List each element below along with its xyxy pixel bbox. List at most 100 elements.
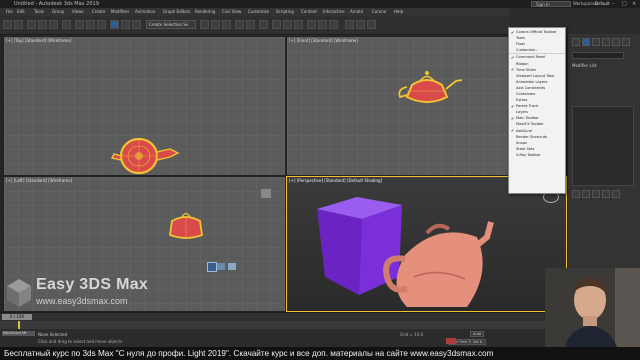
create-tab-icon[interactable] (572, 38, 580, 46)
menu-graph-editors[interactable]: Graph Editors (163, 8, 190, 16)
viewport-perspective[interactable]: [+] [Perspective] [Standard] [Default Sh… (286, 176, 567, 312)
window-title: Untitled - Autodesk 3ds Max 2019 (14, 1, 99, 7)
menu-scripting[interactable]: Scripting (276, 8, 294, 16)
menu-interactive[interactable]: Interactive (323, 8, 345, 16)
teapot-left-wireframe[interactable] (164, 207, 214, 247)
modifier-list-dropdown[interactable]: Modifier List (572, 63, 596, 68)
track-bar[interactable] (0, 321, 567, 329)
brand-url: www.easy3dsmax.com (36, 296, 128, 306)
toolbar-context-menu: ✔ Corona Official Toolbar Tools Float Cus… (508, 27, 566, 194)
menu-rendering[interactable]: Rendering (195, 8, 215, 16)
menu-content[interactable]: Content (301, 8, 317, 16)
pan-icon[interactable] (207, 262, 217, 272)
menu-tools[interactable]: Tools (34, 8, 44, 16)
menu-views[interactable]: Views (72, 8, 84, 16)
pin-stack-icon[interactable] (572, 190, 580, 198)
unlink-icon[interactable] (38, 20, 47, 29)
select-rotate-icon[interactable] (121, 20, 130, 29)
box-side-face (359, 205, 402, 295)
rectangle-selection-icon[interactable] (97, 20, 106, 29)
auto-key-button[interactable] (446, 338, 456, 344)
menu-item-vray-toolbar[interactable]: V-Ray Toolbar (509, 152, 565, 158)
select-move-icon[interactable] (110, 20, 119, 29)
remove-modifier-icon[interactable] (602, 190, 610, 198)
modifier-stack[interactable] (572, 106, 634, 186)
teapot-lid (425, 223, 451, 235)
percent-snap-icon[interactable] (222, 20, 231, 29)
teapot-top-wireframe[interactable] (104, 129, 194, 176)
angle-snap-icon[interactable] (211, 20, 220, 29)
schematic-view-icon[interactable] (283, 20, 292, 29)
hierarchy-tab-icon[interactable] (592, 38, 600, 46)
motion-tab-icon[interactable] (602, 38, 610, 46)
select-scale-icon[interactable] (132, 20, 141, 29)
undo-icon[interactable] (3, 20, 12, 29)
close-icon[interactable]: × (632, 0, 636, 8)
minimize-icon[interactable]: – (612, 0, 615, 8)
menu-animation[interactable]: Animation (135, 8, 155, 16)
box-front-face (317, 209, 362, 295)
logo-cube-icon (7, 279, 31, 307)
auto-label[interactable]: Auto (470, 331, 485, 337)
grid-size: Grid = 10,0 (400, 332, 424, 337)
viewport-top[interactable]: [+] [Top] [Standard] [Wireframe] (3, 36, 286, 176)
viewport-left-label[interactable]: [+] [Left] [Standard] [Wireframe] (6, 178, 72, 183)
show-end-result-icon[interactable] (582, 190, 590, 198)
render-frame-icon[interactable] (217, 263, 225, 270)
menu-modifiers[interactable]: Modifiers (111, 8, 129, 16)
status-bar: MAXScript Mi: None Selected Click and dr… (0, 329, 567, 347)
bind-space-warp-icon[interactable] (49, 20, 58, 29)
viewcube-icon[interactable] (261, 189, 271, 198)
display-tab-icon[interactable] (612, 38, 620, 46)
menu-customize[interactable]: Customize (248, 8, 269, 16)
object-name-field[interactable] (572, 52, 624, 59)
current-frame-marker (18, 321, 20, 329)
redo-icon[interactable] (14, 20, 23, 29)
named-selection-set-dropdown[interactable]: Create Selection Se (146, 20, 196, 29)
render-production-icon[interactable] (329, 20, 338, 29)
course-caption: Бесплатный курс по 3ds Max "С нуля до пр… (0, 347, 640, 360)
mirror-icon[interactable] (235, 20, 244, 29)
view-toggle-icon[interactable] (228, 263, 236, 270)
time-slider-thumb[interactable]: 0 / 100 (2, 314, 32, 320)
menu-create[interactable]: Create (92, 8, 105, 16)
snaps-toggle-icon[interactable] (200, 20, 209, 29)
select-by-name-icon[interactable] (86, 20, 95, 29)
configure-modifier-sets-icon[interactable] (612, 190, 620, 198)
utilities-tab-icon[interactable] (622, 38, 630, 46)
rendered-frame-window-icon[interactable] (318, 20, 327, 29)
corona-framebuffer-icon[interactable] (367, 20, 376, 29)
teapot-front-wireframe[interactable] (392, 67, 482, 117)
link-icon[interactable] (27, 20, 36, 29)
selection-filter-icon[interactable] (62, 20, 71, 29)
select-object-icon[interactable] (75, 20, 84, 29)
viewport-top-label[interactable]: [+] [Top] [Standard] [Wireframe] (6, 38, 71, 43)
render-setup-icon[interactable] (307, 20, 316, 29)
menu-file[interactable]: File (6, 8, 13, 16)
set-key-button[interactable]: Set K. (470, 339, 487, 345)
maxscript-listener[interactable]: MAXScript Mi: (2, 331, 35, 336)
menu-civil-view[interactable]: Civil View (222, 8, 241, 16)
menu-help[interactable]: Help (394, 8, 403, 16)
corona-render-icon[interactable] (345, 20, 354, 29)
menu-group[interactable]: Group (52, 8, 64, 16)
corona-interactive-icon[interactable] (356, 20, 365, 29)
curve-editor-icon[interactable] (272, 20, 281, 29)
menu-corona[interactable]: Corona (372, 8, 386, 16)
selection-status: None Selected (38, 332, 68, 337)
align-icon[interactable] (246, 20, 255, 29)
menu-arnold[interactable]: Arnold (350, 8, 363, 16)
material-editor-icon[interactable] (294, 20, 303, 29)
make-unique-icon[interactable] (592, 190, 600, 198)
maximize-icon[interactable]: □ (622, 0, 627, 8)
title-bar: Untitled - Autodesk 3ds Max 2019 Sign In… (0, 0, 640, 8)
menu-item-customize[interactable]: Customize... (509, 47, 565, 55)
prompt-line: Click and drag to select and move object… (38, 339, 123, 344)
layer-explorer-icon[interactable] (259, 20, 268, 29)
viewport-front-label[interactable]: [+] [Front] [Standard] [Wireframe] (289, 38, 358, 43)
menu-edit[interactable]: Edit (17, 8, 25, 16)
menu-bar: File Edit Tools Group Views Create Modif… (0, 8, 510, 16)
workspace-dropdown[interactable]: Default (595, 0, 610, 8)
sign-in-button[interactable]: Sign In (531, 1, 571, 7)
modify-tab-icon[interactable] (582, 38, 590, 46)
